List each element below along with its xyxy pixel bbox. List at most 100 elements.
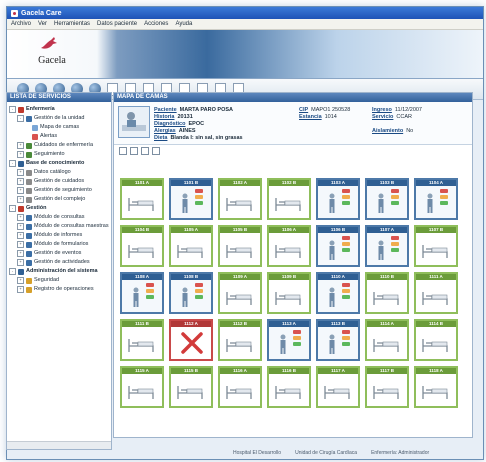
bed-card[interactable]: 1107 B [414, 225, 458, 267]
document-icon[interactable] [130, 147, 138, 155]
tree-item[interactable]: - Gestión [9, 204, 109, 213]
bed-card[interactable]: 1114 A [365, 319, 409, 361]
menu-ver[interactable]: Ver [38, 21, 47, 27]
filter-icon[interactable] [152, 147, 160, 155]
menu-archivo[interactable]: Archivo [11, 21, 31, 27]
tree-item[interactable]: + Seguimiento [9, 150, 109, 159]
expand-icon[interactable]: + [17, 178, 24, 185]
list-icon[interactable] [141, 147, 149, 155]
tree-item[interactable]: - Base de conocimiento [9, 159, 109, 168]
expand-icon[interactable]: + [17, 277, 24, 284]
expand-icon[interactable]: + [17, 241, 24, 248]
tree-item[interactable]: - Administración del sistema [9, 267, 109, 276]
bed-card[interactable]: 1112 A [169, 319, 213, 361]
expand-icon[interactable]: + [17, 286, 24, 293]
expand-icon[interactable]: + [17, 196, 24, 203]
menu-datos-paciente[interactable]: Datos paciente [97, 21, 137, 27]
bed-card[interactable]: 1110 A [316, 272, 360, 314]
bed-label: 1111 A [416, 274, 456, 280]
bed-card[interactable]: 1108 A [120, 272, 164, 314]
bed-card[interactable]: 1112 B [218, 319, 262, 361]
expand-icon[interactable]: + [17, 223, 24, 230]
bed-card[interactable]: 1117 B [365, 366, 409, 408]
bed-map-panel: MAPA DE CAMAS Paciente MARTA PARO POSA His… [113, 92, 473, 438]
bed-card[interactable]: 1110 B [365, 272, 409, 314]
tree-item[interactable]: + Módulo de consultas maestras [9, 222, 109, 231]
tree-item[interactable]: - Enfermería [9, 105, 109, 114]
tree-item[interactable]: + Gestión de seguimiento [9, 186, 109, 195]
tree-item[interactable]: + Seguridad [9, 276, 109, 285]
expand-icon[interactable]: + [17, 214, 24, 221]
patient-field-value: AINES [178, 128, 196, 134]
collapse-icon[interactable]: - [9, 160, 16, 167]
bed-card[interactable]: 1104 A [414, 178, 458, 220]
expand-icon[interactable]: + [17, 232, 24, 239]
tree-item[interactable]: + Módulo de informes [9, 231, 109, 240]
menu-herramientas[interactable]: Herramientas [54, 21, 90, 27]
tree-item[interactable]: + Datos catálogo [9, 168, 109, 177]
menu-acciones[interactable]: Acciones [144, 21, 168, 27]
collapse-icon[interactable]: - [9, 268, 16, 275]
bed-card[interactable]: 1113 A [267, 319, 311, 361]
tree-item[interactable]: + Gestión de eventos [9, 249, 109, 258]
bed-card[interactable]: 1108 B [169, 272, 213, 314]
bed-card[interactable]: 1102 A [218, 178, 262, 220]
bed-map-tools [114, 145, 472, 159]
expand-icon[interactable]: + [17, 259, 24, 266]
expand-icon[interactable]: + [17, 250, 24, 257]
menu-ayuda[interactable]: Ayuda [175, 21, 192, 27]
folder-icon [18, 106, 24, 113]
bed-card[interactable]: 1106 A [267, 225, 311, 267]
bed-card[interactable]: 1113 B [316, 319, 360, 361]
tree-item-label: Gestión de seguimiento [34, 187, 92, 193]
alert-icon [391, 189, 399, 193]
bed-card[interactable]: 1101 B [169, 178, 213, 220]
patient-icon [180, 287, 190, 307]
tree-item[interactable]: + Gestión del complejo [9, 195, 109, 204]
bed-card[interactable]: 1103 A [316, 178, 360, 220]
bed-card[interactable]: 1117 A [316, 366, 360, 408]
tree-item[interactable]: + Módulo de consultas [9, 213, 109, 222]
tree-item[interactable]: + Módulo de formularios [9, 240, 109, 249]
tree-item[interactable]: + Gestión de actividades [9, 258, 109, 267]
bed-card[interactable]: 1115 A [120, 366, 164, 408]
bed-icon [422, 337, 448, 353]
bed-card[interactable]: 1103 B [365, 178, 409, 220]
tree-item[interactable]: + Gestión de cuidados [9, 177, 109, 186]
collapse-icon[interactable]: - [9, 106, 16, 113]
tree-item[interactable]: + Registro de operaciones [9, 285, 109, 294]
print-icon[interactable] [119, 147, 127, 155]
tree-item[interactable]: Alertas [9, 132, 109, 141]
bed-card[interactable]: 1114 B [414, 319, 458, 361]
bed-card[interactable]: 1105 B [218, 225, 262, 267]
bed-card[interactable]: 1107 A [365, 225, 409, 267]
bed-card[interactable]: 1111 B [120, 319, 164, 361]
alert-icon [391, 248, 399, 252]
bed-card[interactable]: 1101 A [120, 178, 164, 220]
bed-card[interactable]: 1105 A [169, 225, 213, 267]
expand-icon[interactable]: + [17, 169, 24, 176]
bed-card[interactable]: 1104 B [120, 225, 164, 267]
tree-item[interactable]: + Cuidados de enfermería [9, 141, 109, 150]
bed-card[interactable]: 1116 A [218, 366, 262, 408]
collapse-icon[interactable]: - [9, 205, 16, 212]
bed-card[interactable]: 1109 B [267, 272, 311, 314]
bed-card[interactable]: 1115 B [169, 366, 213, 408]
alert-icon [440, 201, 448, 205]
bed-card[interactable]: 1106 B [316, 225, 360, 267]
bed-card[interactable]: 1116 B [267, 366, 311, 408]
bed-card[interactable]: 1118 A [414, 366, 458, 408]
patient-icon [327, 240, 337, 260]
bed-card[interactable]: 1111 A [414, 272, 458, 314]
tree-item[interactable]: - Gestión de la unidad [9, 114, 109, 123]
bed-card[interactable]: 1102 B [267, 178, 311, 220]
bed-icon [226, 290, 252, 306]
horizontal-scrollbar[interactable] [7, 441, 111, 449]
bed-grid: 1101 A 1101 B 1102 A 1102 B 1103 A 1103 B 1104… [120, 178, 458, 408]
tree-item[interactable]: Mapa de camas [9, 123, 109, 132]
expand-icon[interactable]: + [17, 151, 24, 158]
collapse-icon[interactable]: - [17, 115, 24, 122]
expand-icon[interactable]: + [17, 142, 24, 149]
bed-card[interactable]: 1109 A [218, 272, 262, 314]
expand-icon[interactable]: + [17, 187, 24, 194]
